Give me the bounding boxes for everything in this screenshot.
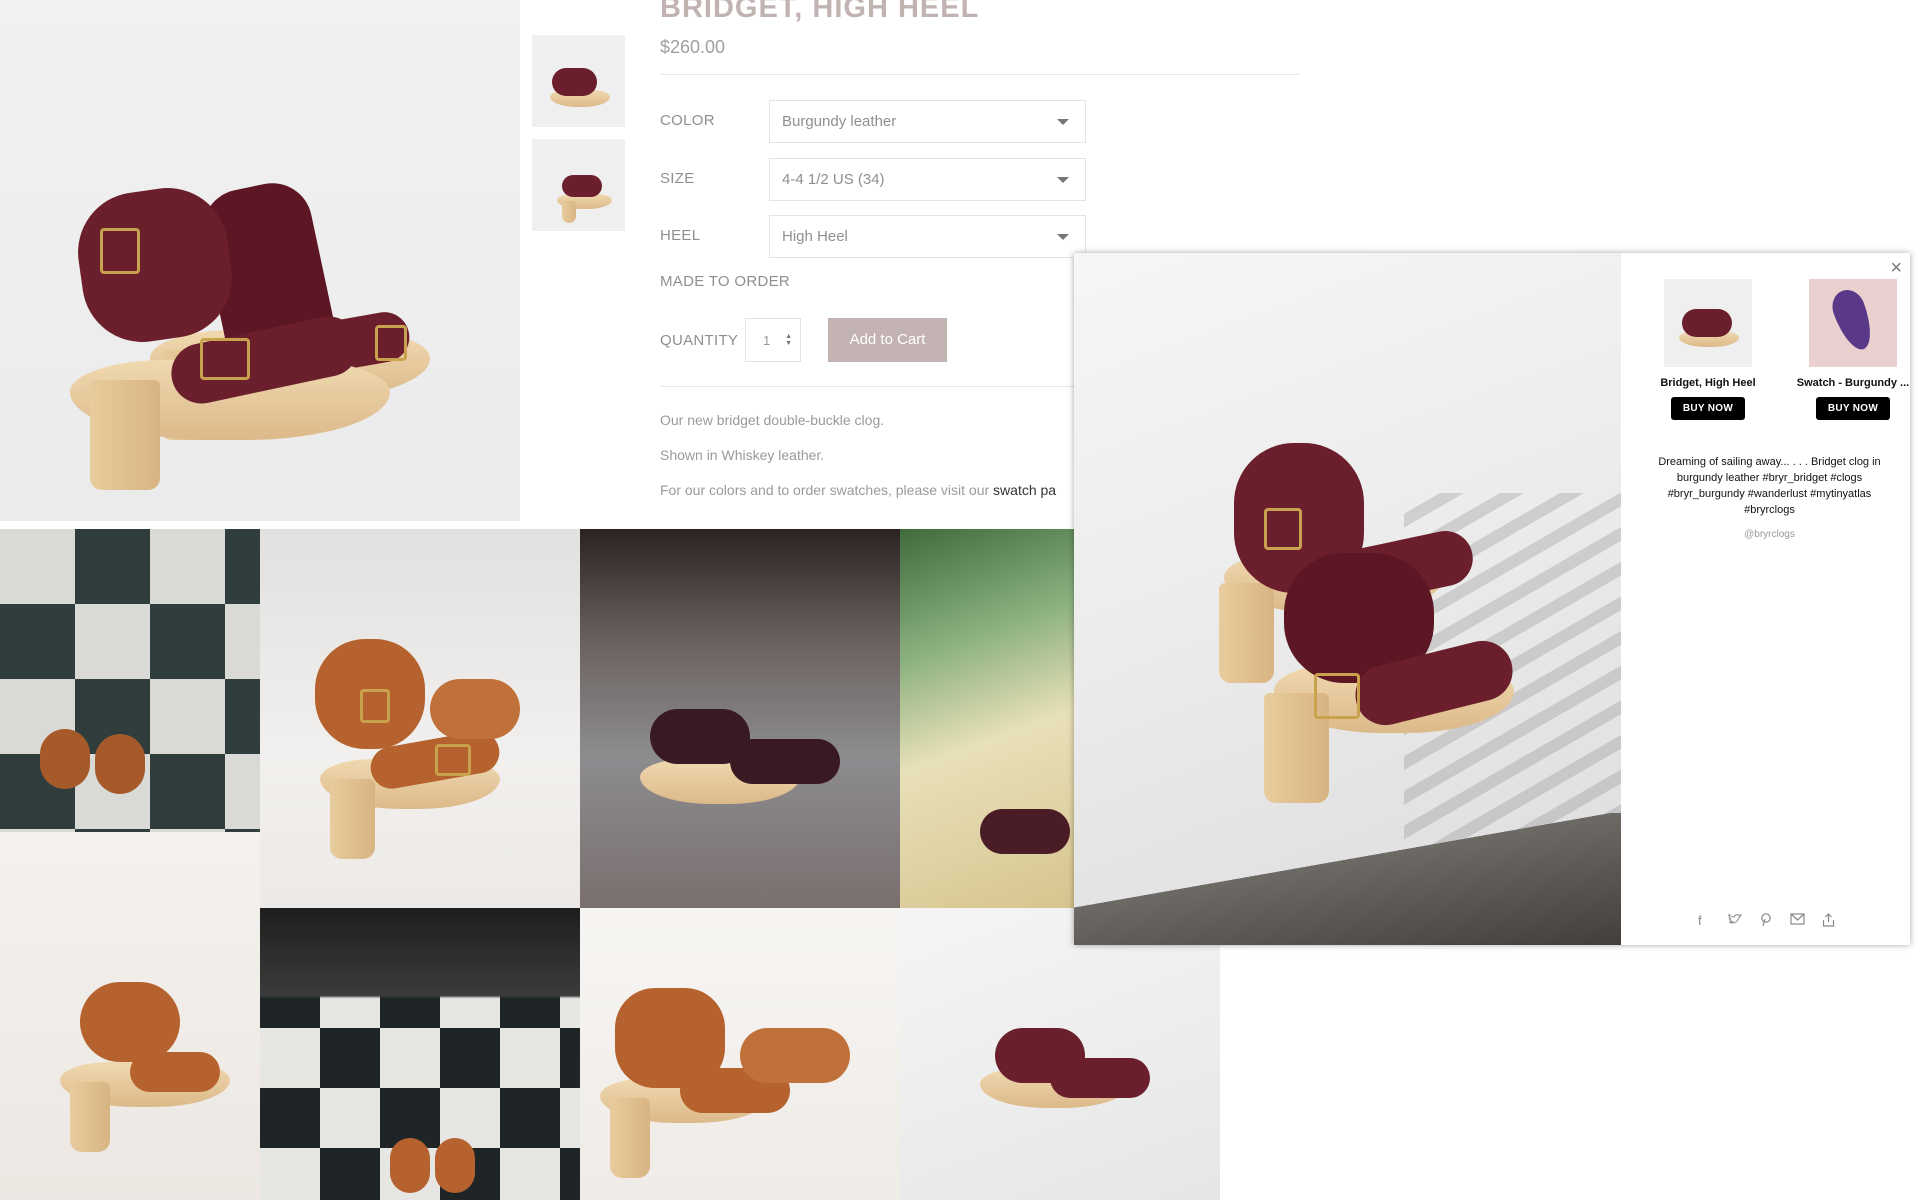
facebook-icon[interactable]: f	[1698, 913, 1702, 928]
quantity-stepper[interactable]: 1 ▲ ▼	[745, 318, 801, 362]
share-icon[interactable]	[1822, 913, 1835, 930]
gallery-image-burgundy-sun[interactable]	[900, 908, 1220, 1200]
chevron-down-icon	[1057, 119, 1069, 125]
divider	[660, 386, 1080, 387]
product-thumbnail[interactable]	[1664, 279, 1752, 367]
email-icon[interactable]	[1790, 913, 1805, 928]
gallery-image-checker-floor[interactable]	[260, 908, 580, 1200]
shoppable-post-modal: × Bridget, High Heel BUY NOW Swatch - Bu…	[1074, 253, 1910, 945]
add-to-cart-button[interactable]: Add to Cart	[828, 318, 947, 362]
product-name: Bridget, High Heel	[1660, 377, 1756, 389]
chevron-down-icon	[1057, 234, 1069, 240]
description-line-1: Our new bridget double-buckle clog.	[660, 412, 885, 428]
made-to-order-label: MADE TO ORDER	[660, 273, 791, 290]
gallery-image-whiskey-pair[interactable]	[580, 908, 900, 1200]
product-thumbnail[interactable]	[1809, 279, 1897, 367]
color-select-value: Burgundy leather	[782, 113, 897, 130]
heel-select-value: High Heel	[782, 228, 848, 245]
post-author-handle[interactable]: @bryrclogs	[1643, 529, 1896, 540]
buy-now-button[interactable]: BUY NOW	[1815, 397, 1891, 420]
product-card-bridget[interactable]: Bridget, High Heel BUY NOW	[1643, 279, 1773, 420]
twitter-icon[interactable]	[1728, 913, 1743, 928]
product-price: $260.00	[660, 37, 726, 57]
description-line-2: Shown in Whiskey leather.	[660, 447, 825, 463]
buy-now-button[interactable]: BUY NOW	[1670, 397, 1746, 420]
modal-post-image	[1074, 253, 1621, 945]
chevron-down-icon	[1057, 177, 1069, 183]
gallery-image-mosaic-floor[interactable]	[580, 529, 900, 908]
close-icon[interactable]: ×	[1890, 257, 1902, 280]
product-name: Swatch - Burgundy ...	[1796, 377, 1910, 389]
stepper-arrows-icon[interactable]: ▲ ▼	[785, 333, 792, 347]
description-line-3: For our colors and to order swatches, pl…	[660, 482, 1056, 498]
post-caption: Dreaming of sailing away... . . . Bridge…	[1658, 456, 1881, 516]
divider	[660, 74, 1300, 75]
product-main-image	[0, 0, 520, 521]
heel-label: HEEL	[660, 227, 701, 244]
thumbnail-1[interactable]	[532, 35, 625, 127]
size-select-value: 4-4 1/2 US (34)	[782, 171, 885, 188]
thumbnail-2[interactable]	[532, 139, 625, 231]
size-select[interactable]: 4-4 1/2 US (34)	[769, 158, 1086, 201]
gallery-image-floor-tiles[interactable]	[0, 529, 260, 832]
product-title: BRIDGET, HIGH HEEL	[660, 0, 980, 24]
pinterest-icon[interactable]	[1760, 913, 1772, 930]
quantity-label: QUANTITY	[660, 332, 739, 349]
quantity-value: 1	[763, 333, 771, 348]
swatch-page-link[interactable]: swatch pa	[993, 482, 1056, 498]
gallery-image-chair-floor[interactable]	[0, 832, 260, 1200]
gallery-image-whiskey-clog[interactable]	[260, 529, 580, 908]
description-text: For our colors and to order swatches, pl…	[660, 482, 994, 498]
product-card-swatch[interactable]: Swatch - Burgundy ... BUY NOW	[1788, 279, 1910, 420]
color-select[interactable]: Burgundy leather	[769, 100, 1086, 143]
color-label: COLOR	[660, 112, 715, 129]
gallery-image-palm-chair[interactable]	[900, 529, 1080, 908]
size-label: SIZE	[660, 170, 695, 187]
heel-select[interactable]: High Heel	[769, 215, 1086, 258]
